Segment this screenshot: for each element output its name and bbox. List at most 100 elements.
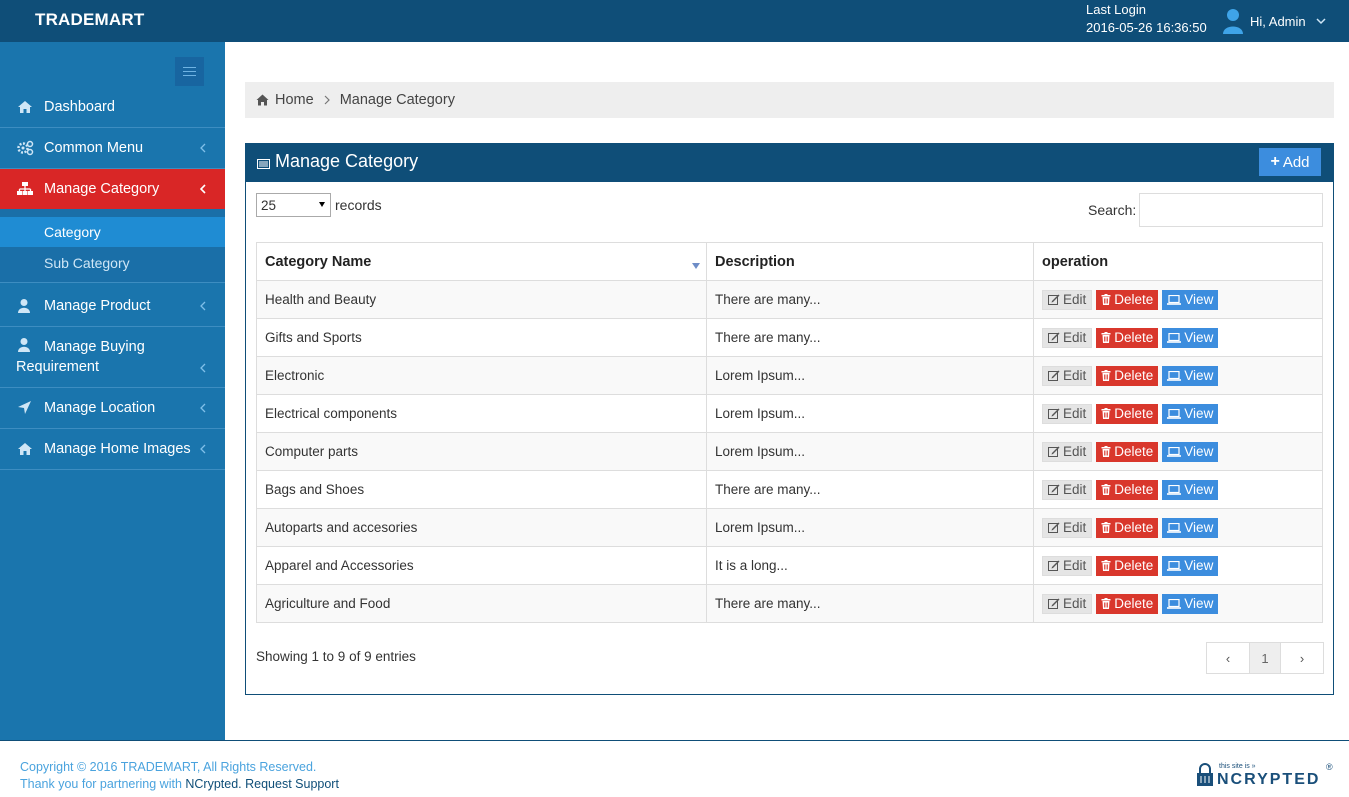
cell-operation: Edit Delete View [1033,356,1323,395]
delete-button-label: Delete [1114,368,1154,383]
column-header-label: Description [715,253,795,270]
trash-icon [1101,294,1111,305]
pagination-page-1[interactable]: 1 [1249,643,1281,673]
pagination-next-button[interactable]: › [1281,643,1323,673]
request-support-link[interactable]: Request Support [245,777,339,791]
view-button[interactable]: View [1162,441,1219,462]
edit-button[interactable]: Edit [1042,593,1093,614]
category-table: Category Name Description operation Heal… [256,242,1323,623]
edit-button[interactable]: Edit [1042,289,1093,310]
table-info: Showing 1 to 9 of 9 entries [256,649,416,664]
laptop-icon [1167,370,1182,381]
delete-button[interactable]: Delete [1096,479,1159,500]
cell-description: There are many... [706,280,1034,319]
submenu-item-sub-category[interactable]: Sub Category [0,248,225,278]
delete-button-label: Delete [1114,558,1154,573]
sidebar-item-label: Manage Buying Requirement [16,339,145,375]
delete-button[interactable]: Delete [1096,289,1159,310]
brand-logo[interactable]: TRADEMART [35,10,144,30]
last-login-label: Last Login [1086,2,1146,17]
sidebar-item-manage-location[interactable]: Manage Location [0,388,225,429]
partner-link[interactable]: NCrypted [185,777,238,791]
home-icon [18,443,32,455]
column-header-description[interactable]: Description [706,242,1034,281]
delete-button[interactable]: Delete [1096,441,1159,462]
view-button[interactable]: View [1162,403,1219,424]
view-button-label: View [1184,444,1214,459]
submenu-item-category[interactable]: Category [0,217,225,247]
edit-button-label: Edit [1063,558,1087,573]
sidebar-item-dashboard[interactable]: Dashboard [0,87,225,128]
delete-button[interactable]: Delete [1096,365,1159,386]
user-menu[interactable]: Hi, Admin [1222,8,1326,34]
view-button-label: View [1184,368,1214,383]
edit-button[interactable]: Edit [1042,441,1093,462]
sort-desc-icon [692,263,700,269]
column-header-operation: operation [1033,242,1323,281]
search-input[interactable] [1139,193,1323,227]
sidebar-item-common-menu[interactable]: Common Menu [0,128,225,169]
view-button[interactable]: View [1162,479,1219,500]
user-greeting: Hi, Admin [1250,13,1306,29]
chevron-down-icon [1316,18,1326,25]
cell-operation: Edit Delete View [1033,432,1323,471]
view-button[interactable]: View [1162,517,1219,538]
add-button-label: Add [1282,153,1310,171]
edit-button[interactable]: Edit [1042,517,1093,538]
edit-icon [1048,484,1060,495]
view-button[interactable]: View [1162,327,1219,348]
table-row: Apparel and Accessories It is a long... Ed… [256,546,1323,585]
trash-icon [1101,370,1111,381]
trash-icon [1101,522,1111,533]
edit-button[interactable]: Edit [1042,327,1093,348]
column-header-category-name[interactable]: Category Name [256,242,707,281]
edit-icon [1048,370,1060,381]
view-button[interactable]: View [1162,289,1219,310]
delete-button[interactable]: Delete [1096,403,1159,424]
delete-button-label: Delete [1114,482,1154,497]
page-length-select[interactable]: 25 [256,193,331,217]
cell-description: There are many... [706,470,1034,509]
cell-description: Lorem Ipsum... [706,394,1034,433]
gears-icon [17,140,34,156]
edit-button[interactable]: Edit [1042,403,1093,424]
page-length-value: 25 [261,197,277,213]
edit-button-label: Edit [1063,444,1087,459]
view-button[interactable]: View [1162,365,1219,386]
edit-button-label: Edit [1063,406,1087,421]
trash-icon [1101,446,1111,457]
view-button[interactable]: View [1162,555,1219,576]
delete-button[interactable]: Delete [1096,517,1159,538]
edit-icon [1048,598,1060,609]
home-icon [18,101,32,113]
category-panel: Manage Category + Add 25 records Search:… [245,143,1334,695]
sidebar-item-manage-buying-requirement[interactable]: Manage Buying Requirement [0,327,225,388]
panel-title: Manage Category [275,151,419,171]
delete-button[interactable]: Delete [1096,593,1159,614]
cell-category-name: Bags and Shoes [256,470,707,509]
cell-category-name: Electrical components [256,394,707,433]
pagination-prev-button[interactable]: ‹ [1207,643,1249,673]
menu-toggle-button[interactable] [175,57,204,86]
edit-button[interactable]: Edit [1042,365,1093,386]
breadcrumb-home-link[interactable]: Home [275,92,314,108]
cell-operation: Edit Delete View [1033,508,1323,547]
sidebar-item-manage-home-images[interactable]: Manage Home Images [0,429,225,470]
cell-category-name: Apparel and Accessories [256,546,707,585]
add-button[interactable]: + Add [1259,148,1321,176]
laptop-icon [1167,484,1182,495]
chevron-left-icon [200,301,206,311]
delete-button[interactable]: Delete [1096,555,1159,576]
delete-button[interactable]: Delete [1096,327,1159,348]
ncrypted-logo[interactable]: this site is » NCRYPTED ® [1195,758,1335,790]
table-body: Health and Beauty There are many... Edit De… [256,280,1323,623]
delete-button-label: Delete [1114,406,1154,421]
edit-button[interactable]: Edit [1042,555,1093,576]
sidebar-item-manage-category[interactable]: Manage Category [0,169,225,209]
cell-description: There are many... [706,318,1034,357]
sidebar-item-manage-product[interactable]: Manage Product [0,286,225,327]
edit-button-label: Edit [1063,482,1087,497]
edit-button[interactable]: Edit [1042,479,1093,500]
view-button[interactable]: View [1162,593,1219,614]
padlock-icon [1197,763,1213,786]
